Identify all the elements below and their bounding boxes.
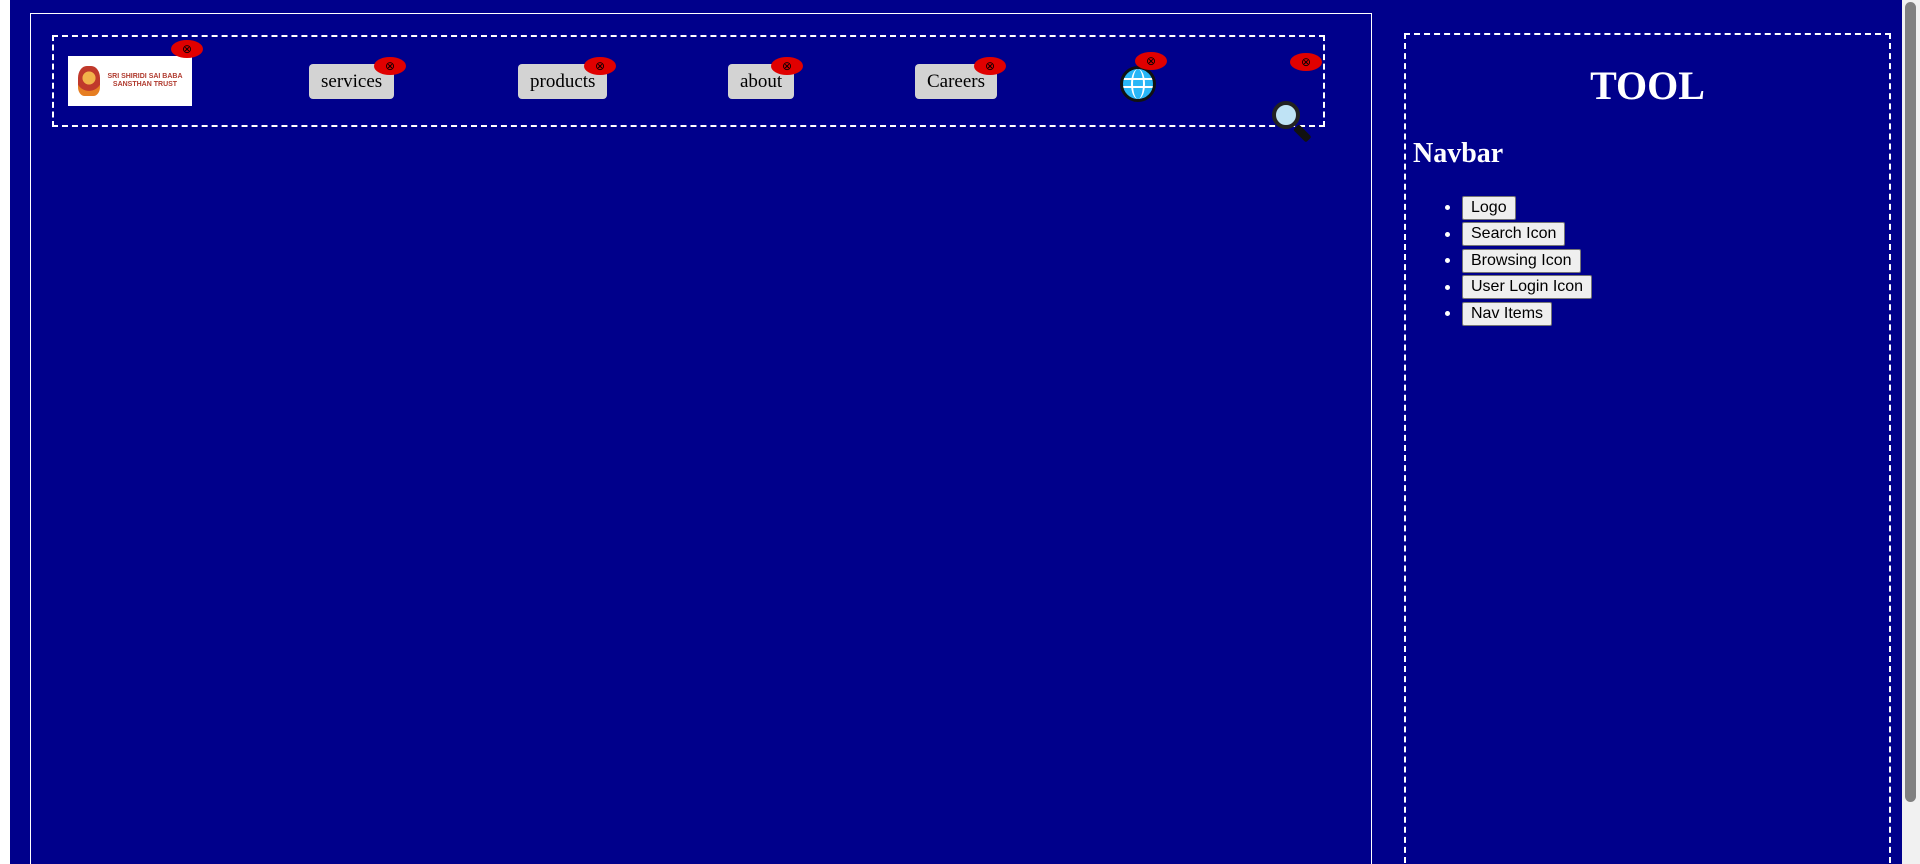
navbar-preview: SRI SHIRIDI SAI BABA SANSTHAN TRUST ⊗ se… xyxy=(52,35,1325,143)
section-title-navbar: Navbar xyxy=(1413,138,1504,169)
close-icon: ⊗ xyxy=(384,59,396,73)
add-nav-items-button[interactable]: Nav Items xyxy=(1462,301,1553,326)
remove-about-button[interactable]: ⊗ xyxy=(771,57,803,75)
remove-logo-button[interactable]: ⊗ xyxy=(171,40,203,58)
preview-canvas xyxy=(30,13,1372,864)
logo-emblem-icon xyxy=(78,66,100,96)
add-browsing-icon-button[interactable]: Browsing Icon xyxy=(1462,248,1581,273)
add-user-login-icon-button[interactable]: User Login Icon xyxy=(1462,275,1593,300)
logo-text: SRI SHIRIDI SAI BABA SANSTHAN TRUST xyxy=(107,73,183,88)
remove-products-button[interactable]: ⊗ xyxy=(584,57,616,75)
remove-globe-button[interactable]: ⊗ xyxy=(1135,52,1167,70)
add-logo-button[interactable]: Logo xyxy=(1462,195,1516,220)
add-search-icon-button[interactable]: Search Icon xyxy=(1462,222,1566,247)
component-list: Logo Search Icon Browsing Icon User Logi… xyxy=(1406,193,1593,326)
close-icon: ⊗ xyxy=(1145,54,1157,68)
tool-title: TOOL xyxy=(1590,63,1705,108)
close-icon: ⊗ xyxy=(594,59,606,73)
globe-icon[interactable] xyxy=(1120,66,1156,102)
navbar-logo[interactable]: SRI SHIRIDI SAI BABA SANSTHAN TRUST xyxy=(68,56,192,106)
close-icon: ⊗ xyxy=(1300,55,1312,69)
list-item: Browsing Icon xyxy=(1462,246,1592,273)
scrollbar-thumb[interactable] xyxy=(1905,2,1916,802)
remove-services-button[interactable]: ⊗ xyxy=(374,57,406,75)
remove-careers-button[interactable]: ⊗ xyxy=(974,57,1006,75)
search-icon[interactable] xyxy=(1270,99,1314,143)
list-item: Search Icon xyxy=(1462,220,1592,247)
list-item: Nav Items xyxy=(1462,299,1592,326)
remove-search-button[interactable]: ⊗ xyxy=(1290,53,1322,71)
list-item: Logo xyxy=(1462,193,1592,220)
close-icon: ⊗ xyxy=(781,59,793,73)
vertical-scrollbar[interactable] xyxy=(1902,0,1920,864)
close-icon: ⊗ xyxy=(984,59,996,73)
close-icon: ⊗ xyxy=(181,42,193,56)
tool-panel: TOOL Navbar Logo Search Icon Browsing Ic… xyxy=(1404,33,1891,864)
list-item: User Login Icon xyxy=(1462,273,1593,300)
